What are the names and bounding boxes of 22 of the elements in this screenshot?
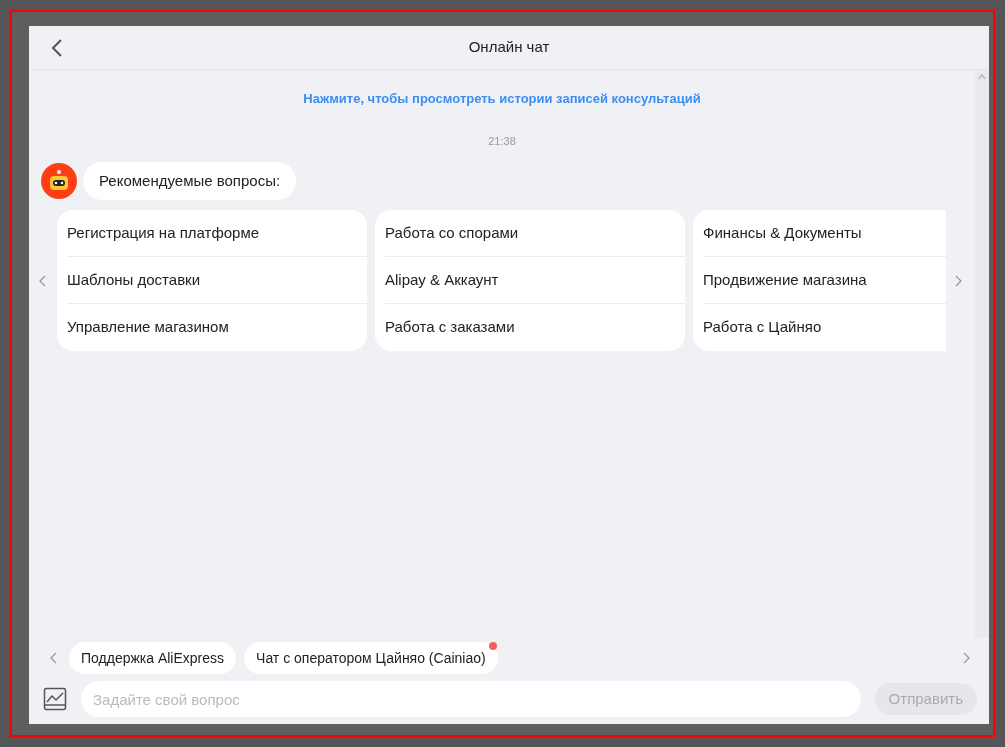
window-title: Онлайн чат — [468, 37, 550, 58]
question-link[interactable]: Alipay & Аккаунт — [385, 268, 499, 292]
robot-avatar-icon — [41, 163, 77, 199]
chip-scroll-left-icon[interactable] — [49, 651, 59, 665]
scroll-up-icon[interactable] — [978, 74, 986, 80]
quick-reply-chip[interactable]: Поддержка AliExpress — [69, 642, 237, 674]
chat-bubble: Рекомендуемые вопросы: — [83, 162, 297, 200]
message-time: 21:38 — [488, 135, 516, 147]
image-icon[interactable] — [43, 687, 67, 711]
question-link[interactable]: Управление магазином — [67, 316, 229, 339]
question-link[interactable]: Финансы & Документы — [703, 221, 862, 245]
chip-scroll-right-icon[interactable] — [961, 651, 971, 665]
question-link[interactable]: Работа со спорами — [385, 221, 519, 245]
question-link[interactable]: Продвижение магазина — [703, 268, 867, 292]
question-link[interactable]: Шаблоны доставки — [67, 268, 201, 292]
question-link[interactable]: Работа с Цайняо — [703, 316, 822, 339]
question-link[interactable]: Регистрация на платформе — [67, 221, 260, 245]
question-link[interactable]: Работа с заказами — [385, 316, 515, 339]
quick-reply-chip[interactable]: Чат с оператором Цайняо (Cainiao) — [244, 642, 498, 674]
scrollbar[interactable] — [975, 70, 989, 638]
back-icon[interactable] — [51, 38, 63, 58]
message-input[interactable]: Задайте свой вопрос — [81, 681, 861, 717]
